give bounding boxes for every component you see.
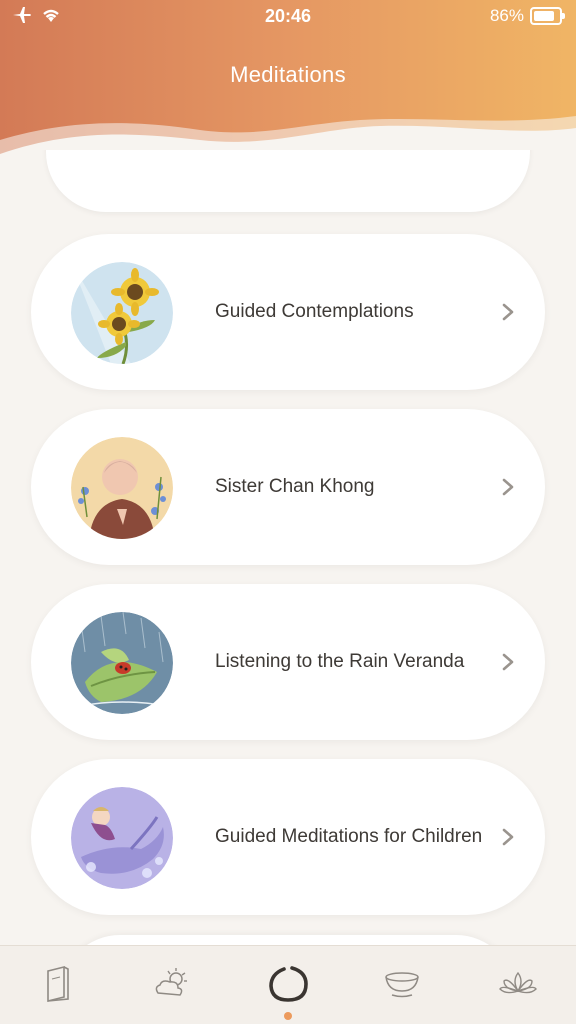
list-item-partial-bottom[interactable]: [60, 935, 516, 945]
rain-leaf-ladybug-thumbnail: [71, 612, 173, 714]
chevron-right-icon: [502, 828, 514, 846]
tab-weather[interactable]: [150, 964, 194, 1004]
lotus-icon: [499, 971, 537, 994]
sister-chan-khong-thumbnail: [71, 437, 173, 539]
tab-book[interactable]: [36, 964, 80, 1004]
list-item-guided-meditations-for-children[interactable]: Guided Meditations for Children: [31, 759, 545, 915]
list-item-label: Guided Contemplations: [215, 301, 414, 322]
tab-meditations[interactable]: [266, 964, 310, 1004]
battery-percentage: 86%: [489, 6, 524, 25]
tab-lotus[interactable]: [496, 964, 540, 1004]
list-item-listening-to-the-rain[interactable]: Listening to the Rain Veranda: [31, 584, 545, 740]
child-on-dragon-thumbnail: [71, 787, 173, 889]
chevron-right-icon: [502, 653, 514, 671]
list-item-sister-chan-khong[interactable]: Sister Chan Khong: [31, 409, 545, 565]
tab-tea[interactable]: [380, 964, 424, 1004]
list-item-label: Guided Meditations for Children: [215, 826, 483, 847]
battery-icon: [530, 7, 565, 25]
weather-cloud-sun-icon: [155, 968, 187, 996]
chevron-right-icon: [502, 478, 514, 496]
list-item-guided-contemplations[interactable]: Guided Contemplations: [31, 234, 545, 390]
active-tab-indicator: [284, 1012, 292, 1020]
book-icon: [47, 965, 69, 1003]
status-bar: 20:46 86%: [0, 0, 576, 34]
enso-circle-icon: [269, 966, 308, 1002]
list-item-label: Listening to the Rain Veranda: [215, 651, 465, 672]
tea-cup-icon: [385, 972, 419, 998]
tab-bar: [0, 945, 576, 1024]
chevron-right-icon: [502, 303, 514, 321]
meditation-list[interactable]: Guided Contemplations Sister Chan Khong: [0, 150, 576, 945]
list-item-label: Sister Chan Khong: [215, 476, 375, 497]
header: 20:46 86% Meditations: [0, 0, 576, 170]
page-title: Meditations: [230, 62, 346, 87]
list-item-partial-top[interactable]: [46, 150, 530, 212]
sunflower-thumbnail: [71, 262, 173, 364]
